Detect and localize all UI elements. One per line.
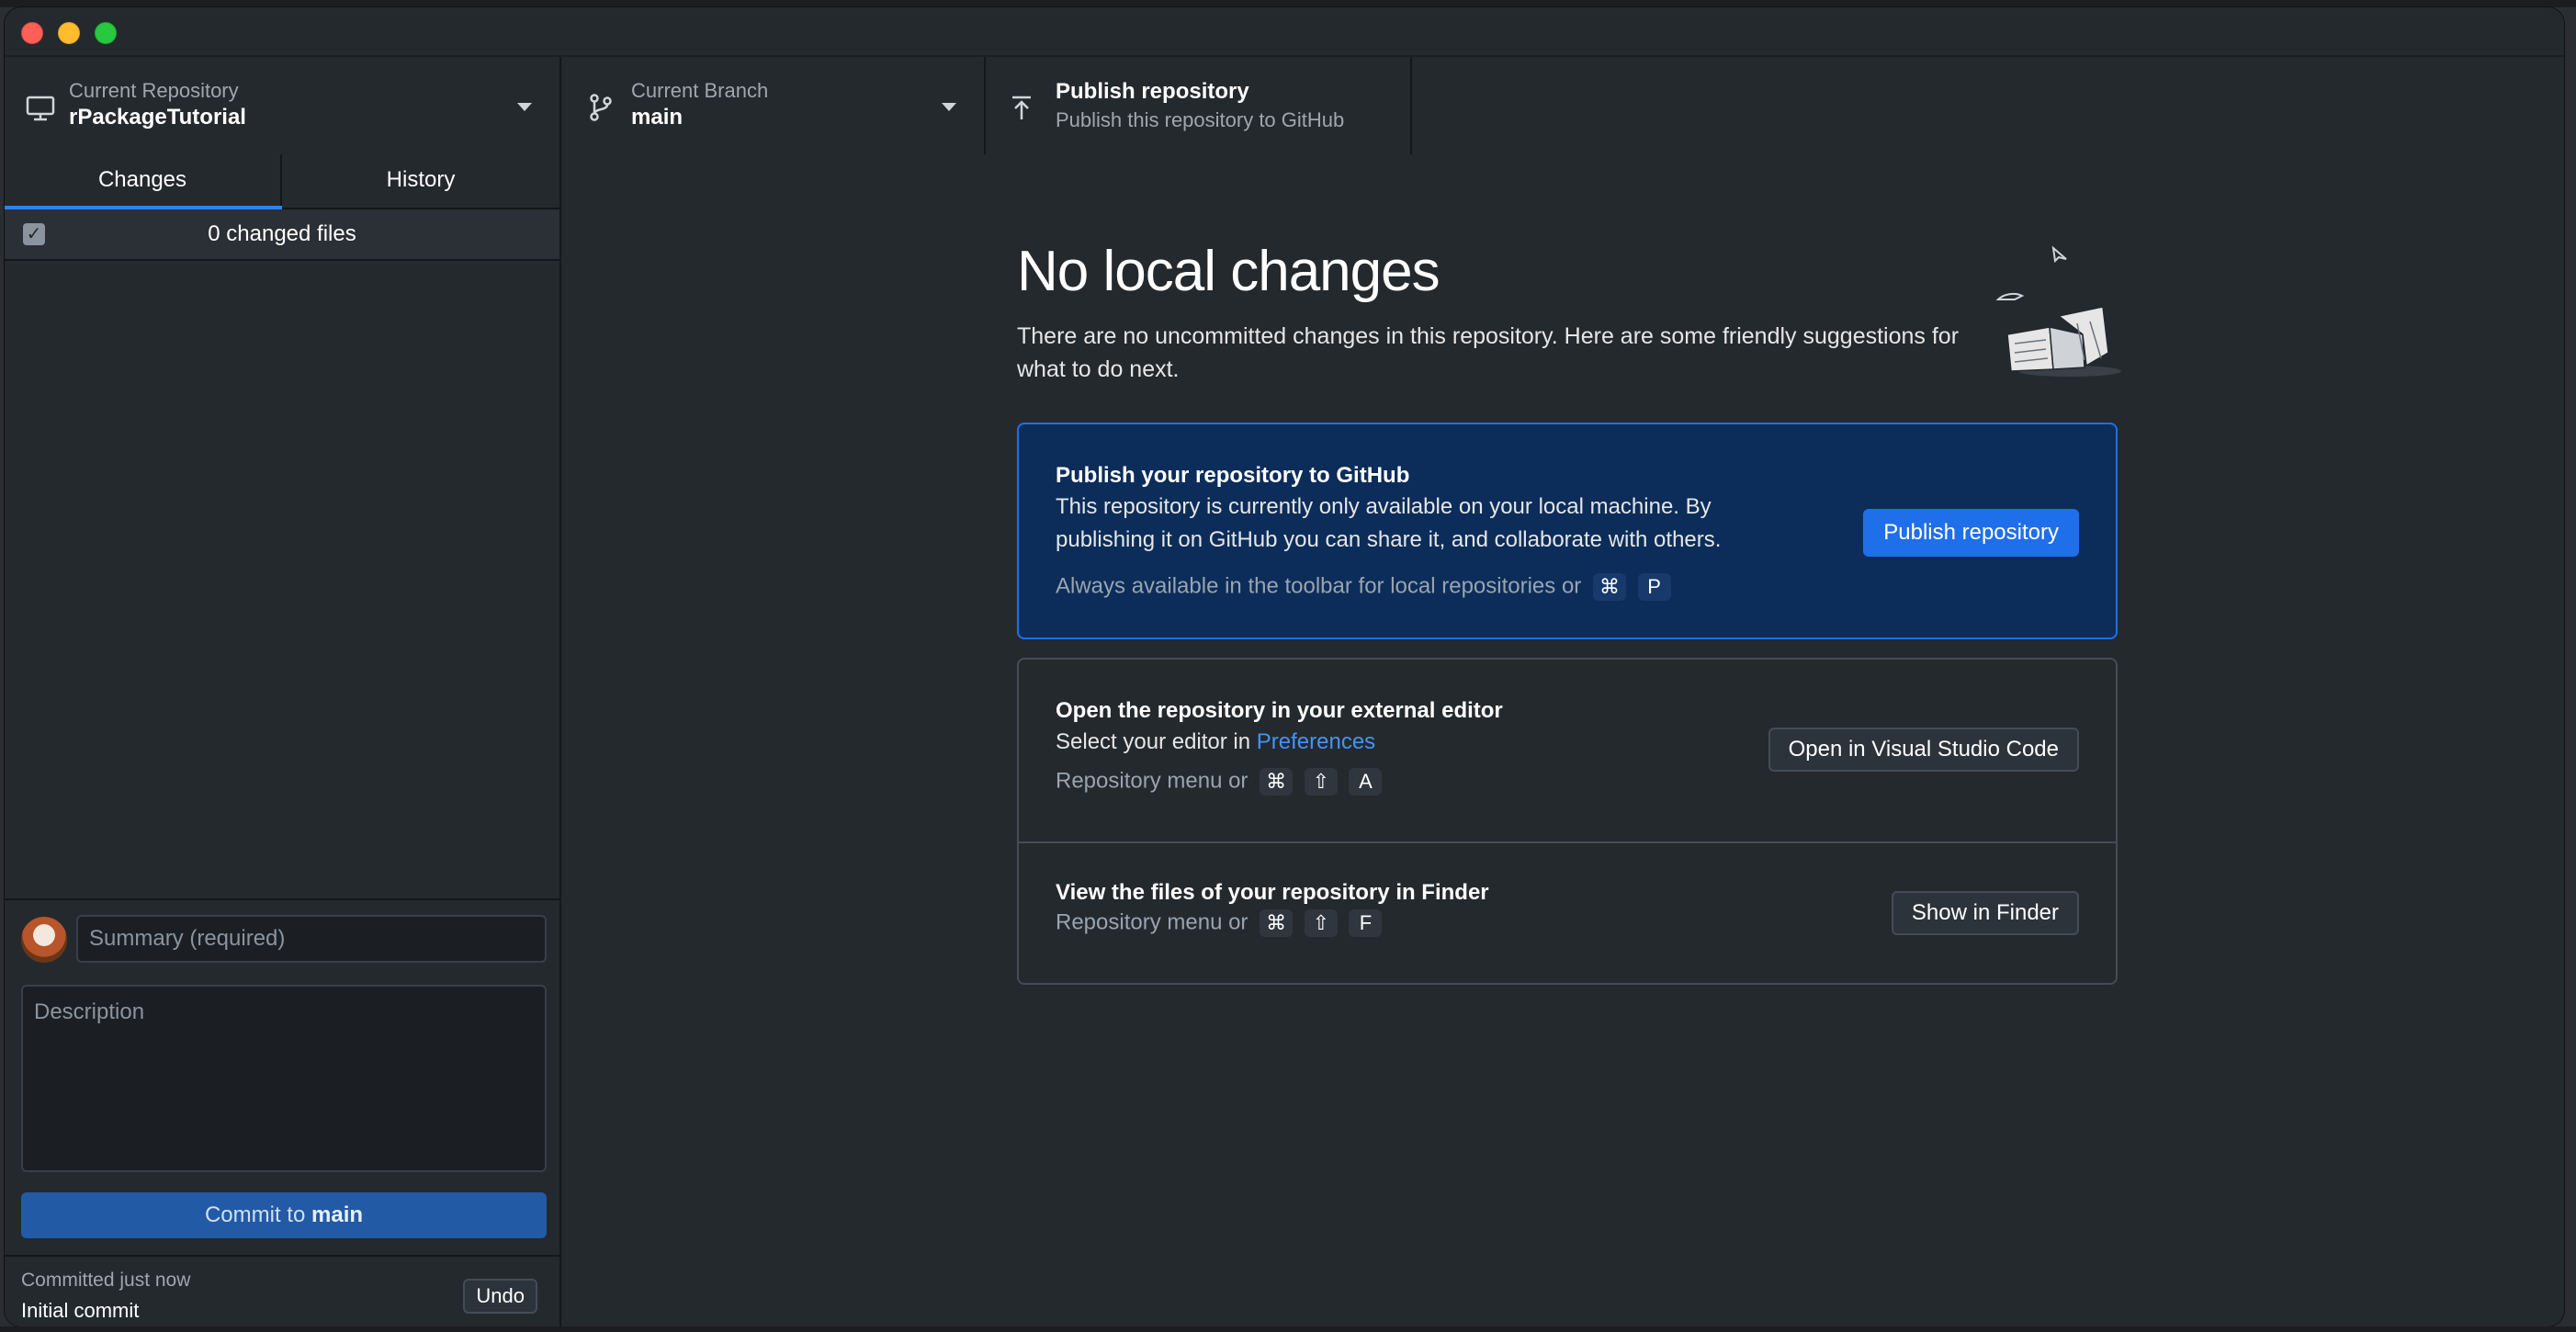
publish-title: Publish repository [1056,79,1249,104]
editor-card-hint: Repository menu or ⌘ ⇧ A [1056,768,1383,796]
branch-label: Current Branch [631,79,769,102]
editor-card-title: Open the repository in your external edi… [1056,698,1503,723]
branch-name: main [631,105,684,130]
last-commit-summary: Committed just now Initial commit Undo [5,1255,559,1326]
commit-button-branch: main [311,1202,364,1227]
commit-panel: Commit to main Committed just now Initia… [5,898,559,1326]
empty-state-illustration [1995,245,2121,377]
repository-name: rPackageTutorial [69,105,246,130]
p-key: P [1637,573,1671,601]
desktop-strip [0,0,2576,7]
intro-text: There are no uncommitted changes in this… [1017,323,1960,382]
commit-button[interactable]: Commit to main [21,1192,547,1238]
last-commit-message: Initial commit [21,1299,140,1322]
close-window-button[interactable] [21,22,43,44]
sidebar: Changes History ✓ 0 changed files Commit… [5,154,561,1326]
computer-icon [26,96,55,121]
desktop-bottom-strip [0,1326,2576,1332]
branch-icon [590,94,612,121]
upload-icon [1012,96,1031,119]
editor-card-hint-text: Repository menu or [1056,768,1248,794]
changed-files-count: 0 changed files [208,221,356,246]
current-repository-dropdown[interactable]: Current Repository rPackageTutorial [5,57,561,154]
publish-card-text: This repository is currently only availa… [1056,494,1722,552]
finder-card-title: View the files of your repository in Fin… [1056,880,1489,905]
tab-changes[interactable]: Changes [5,154,282,209]
editor-card-text-prefix: Select your editor in [1056,729,1251,754]
page-title: No local changes [1017,240,1441,303]
suggestions-card: Open the repository in your external edi… [1017,658,2118,985]
shift-key: ⇧ [1304,909,1338,937]
editor-card-text: Select your editor in Preferences [1056,726,1375,759]
open-in-vscode-button[interactable]: Open in Visual Studio Code [1768,728,2079,772]
main-panel: No local changes There are no uncommitte… [561,154,2564,1326]
avatar [21,917,67,963]
publish-repository-button[interactable]: Publish repository [1863,509,2079,557]
app-window: Current Repository rPackageTutorial Curr… [5,7,2564,1326]
title-bar [5,7,2564,55]
f-key: F [1349,909,1383,937]
zoom-window-button[interactable] [95,22,117,44]
toolbar: Current Repository rPackageTutorial Curr… [5,55,2564,156]
commit-summary-input[interactable] [76,915,547,963]
tab-history[interactable]: History [282,154,559,208]
command-key: ⌘ [1592,573,1626,601]
publish-card-title: Publish your repository to GitHub [1056,463,1410,488]
publish-subtitle: Publish this repository to GitHub [1056,108,1345,131]
finder-card-hint: Repository menu or ⌘ ⇧ F [1056,909,1383,937]
undo-button[interactable]: Undo [463,1279,537,1314]
minimize-window-button[interactable] [58,22,80,44]
last-commit-time: Committed just now [21,1270,191,1291]
shift-key: ⇧ [1304,768,1338,796]
preferences-link[interactable]: Preferences [1257,729,1375,754]
chevron-down-icon [942,103,956,111]
current-branch-dropdown[interactable]: Current Branch main [561,57,986,154]
chevron-down-icon [517,103,532,111]
command-key: ⌘ [1260,909,1294,937]
sidebar-tabs: Changes History [5,154,559,209]
divider [1019,841,2116,843]
finder-card-hint-text: Repository menu or [1056,909,1248,935]
commit-button-prefix: Commit to [204,1202,306,1227]
publish-repository-toolbar-button[interactable]: Publish repository Publish this reposito… [986,57,1412,154]
show-in-finder-button[interactable]: Show in Finder [1891,891,2079,935]
publish-card-hint-text: Always available in the toolbar for loca… [1056,573,1582,599]
commit-description-input[interactable] [21,985,547,1172]
publish-suggestion-card: Publish your repository to GitHub This r… [1017,423,2118,639]
changes-header: ✓ 0 changed files [5,209,559,261]
command-key: ⌘ [1260,768,1294,796]
a-key: A [1349,768,1383,796]
publish-card-hint: Always available in the toolbar for loca… [1056,573,1671,601]
repository-label: Current Repository [69,79,239,102]
